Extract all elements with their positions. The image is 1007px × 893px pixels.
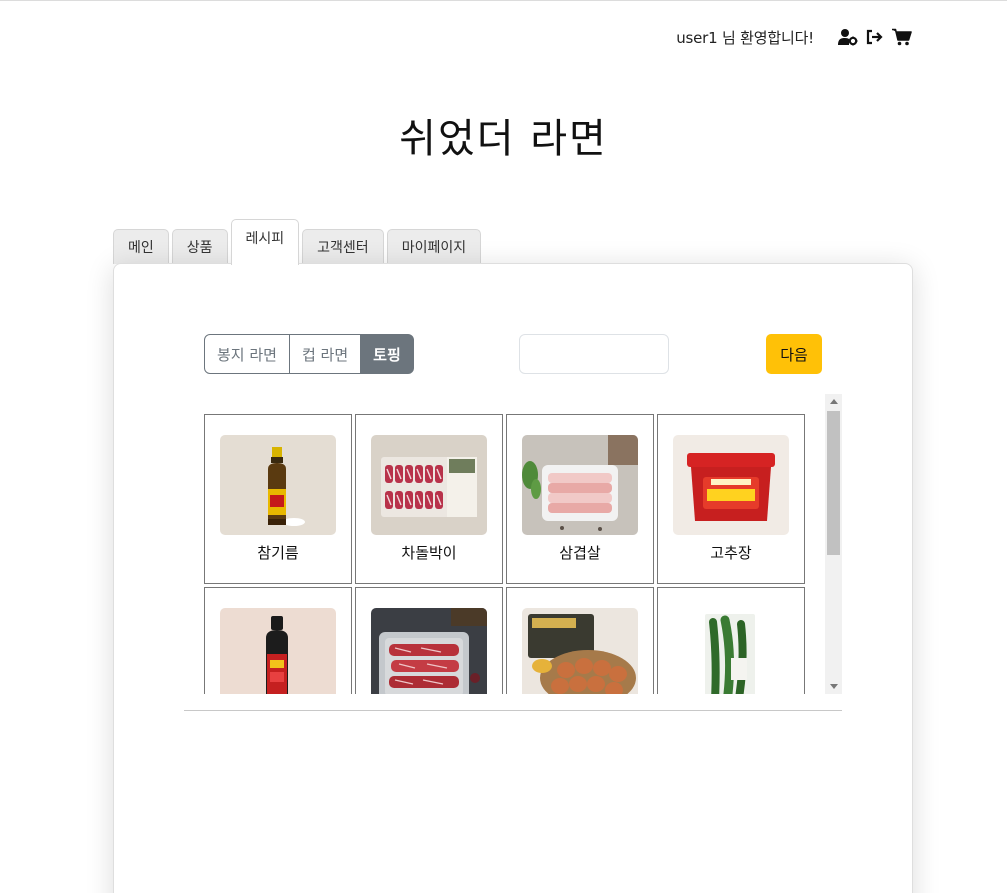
- search-input[interactable]: [519, 334, 669, 374]
- pork-belly-image: [522, 435, 638, 535]
- eggs-image: [522, 608, 638, 694]
- product-grid-scroll[interactable]: 참기름 차돌박이 삼겹살 고추장: [203, 394, 842, 694]
- sesame-oil-image: [220, 435, 336, 535]
- product-card-pork-belly[interactable]: 삼겹살: [506, 414, 654, 584]
- tab-products[interactable]: 상품: [171, 229, 228, 264]
- product-card-gochujang[interactable]: 고추장: [657, 414, 805, 584]
- product-card-green-peppers[interactable]: [657, 587, 805, 694]
- main-tabs: 메인 상품 레시피 고객센터 마이페이지: [113, 219, 484, 265]
- welcome-text: user1 님 환영합니다!: [676, 28, 814, 47]
- hot-sauce-image: [220, 608, 336, 694]
- section-divider: [184, 710, 842, 711]
- green-peppers-image: [673, 608, 789, 694]
- product-name: 삼겹살: [559, 544, 601, 562]
- grid-scrollbar[interactable]: [825, 394, 842, 694]
- product-card-brisket[interactable]: 차돌박이: [355, 414, 503, 584]
- next-button[interactable]: 다음: [766, 334, 822, 374]
- gochujang-image: [673, 435, 789, 535]
- product-card-hot-sauce[interactable]: [204, 587, 352, 694]
- tab-mypage[interactable]: 마이페이지: [386, 229, 482, 264]
- cart-icon[interactable]: [891, 26, 913, 48]
- site-title: 쉬었더 라면: [399, 116, 608, 162]
- product-name: 차돌박이: [401, 544, 457, 562]
- product-grid: 참기름 차돌박이 삼겹살 고추장: [204, 414, 824, 694]
- product-name: 참기름: [257, 544, 299, 562]
- filter-bag-ramen[interactable]: 봉지 라면: [204, 334, 290, 374]
- product-card-beef[interactable]: [355, 587, 503, 694]
- tab-customer-center[interactable]: 고객센터: [302, 229, 384, 264]
- scroll-down-arrow-icon[interactable]: [825, 679, 842, 694]
- header-bar: user1 님 환영합니다!: [676, 26, 913, 48]
- product-card-eggs[interactable]: [506, 587, 654, 694]
- product-card-sesame-oil[interactable]: 참기름: [204, 414, 352, 584]
- scrollbar-thumb[interactable]: [827, 411, 840, 555]
- brisket-image: [371, 435, 487, 535]
- scroll-up-arrow-icon[interactable]: [825, 394, 842, 409]
- beef-image: [371, 608, 487, 694]
- tab-main[interactable]: 메인: [113, 229, 169, 264]
- filter-cup-ramen[interactable]: 컵 라면: [288, 334, 362, 374]
- category-filter: 봉지 라면 컵 라면 토핑: [204, 334, 414, 374]
- user-settings-icon[interactable]: [837, 26, 859, 48]
- product-name: 고추장: [710, 544, 752, 562]
- tab-recipe[interactable]: 레시피: [230, 219, 300, 265]
- filter-topping[interactable]: 토핑: [360, 334, 414, 374]
- logout-icon[interactable]: [864, 26, 886, 48]
- top-rule: [0, 0, 1007, 1]
